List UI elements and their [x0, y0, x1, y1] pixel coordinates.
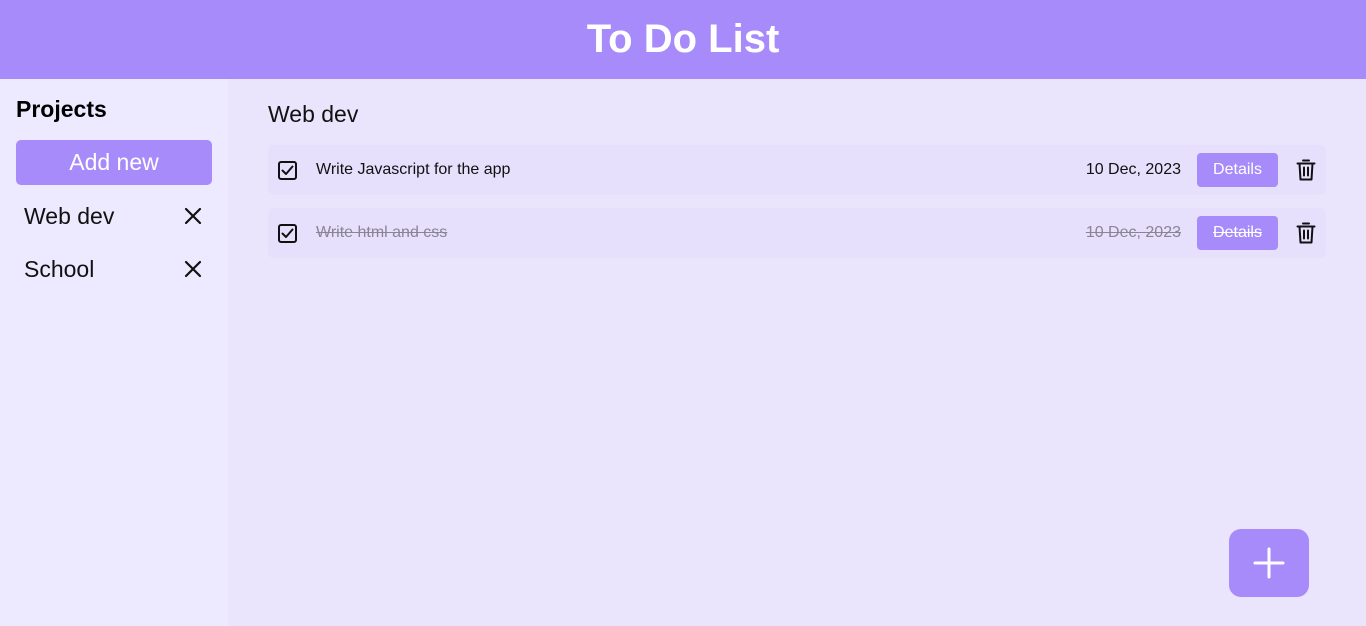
plus-icon — [1253, 547, 1285, 579]
trash-icon[interactable] — [1296, 222, 1316, 244]
main-content: Web dev Write Javascript for the app 10 … — [228, 79, 1366, 626]
app-header: To Do List — [0, 0, 1366, 79]
sidebar-item-web-dev[interactable]: Web dev — [16, 196, 212, 236]
checkbox-checked-icon[interactable] — [278, 161, 297, 180]
projects-heading: Projects — [16, 96, 107, 122]
details-button[interactable]: Details — [1197, 216, 1278, 250]
trash-icon[interactable] — [1296, 159, 1316, 181]
task-date: 10 Dec, 2023 — [1085, 161, 1181, 178]
task-row: Write Javascript for the app 10 Dec, 202… — [268, 145, 1326, 195]
app-title: To Do List — [586, 17, 780, 61]
close-icon[interactable] — [184, 207, 202, 225]
project-label: Web dev — [24, 202, 115, 229]
details-button[interactable]: Details — [1197, 153, 1278, 187]
checkbox-checked-icon[interactable] — [278, 224, 297, 243]
add-task-button[interactable] — [1229, 529, 1309, 597]
project-label: School — [24, 255, 95, 282]
task-title: Write Javascript for the app — [316, 161, 511, 178]
current-project-title: Web dev — [268, 101, 359, 127]
task-row: Write html and css 10 Dec, 2023 Details — [268, 208, 1326, 258]
sidebar-item-school[interactable]: School — [16, 249, 212, 289]
close-icon[interactable] — [184, 260, 202, 278]
task-title: Write html and css — [316, 224, 448, 241]
sidebar: Projects Add new Web dev School — [0, 79, 228, 626]
add-new-project-button[interactable]: Add new — [16, 140, 212, 185]
task-date: 10 Dec, 2023 — [1085, 224, 1181, 241]
